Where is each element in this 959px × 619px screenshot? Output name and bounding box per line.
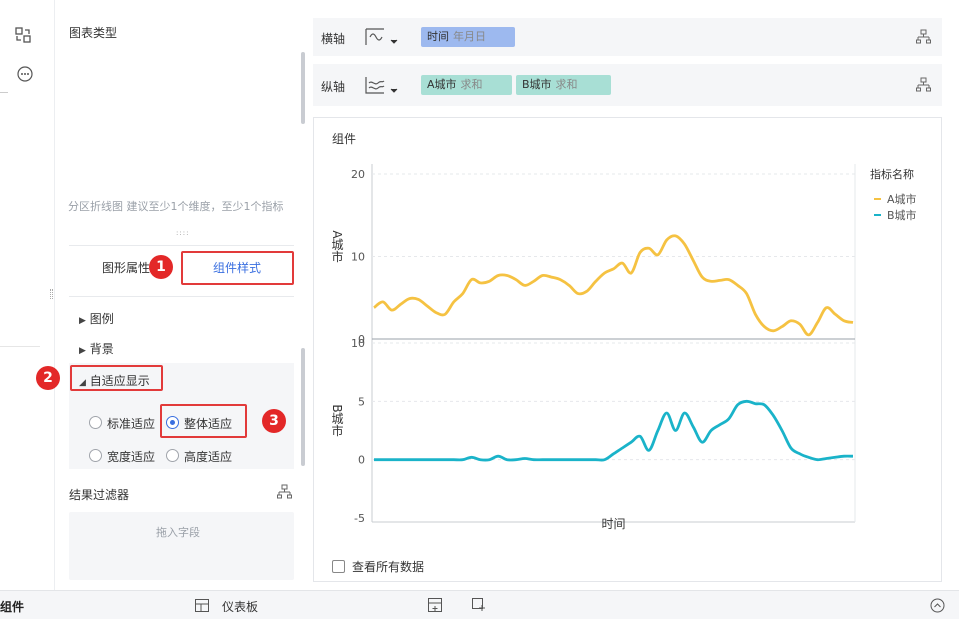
grouped-column-icon[interactable]: [67, 92, 95, 120]
scrollbar-style-panel[interactable]: [301, 348, 305, 466]
tab-underline: [69, 296, 294, 297]
y-tick-label: -5: [354, 512, 365, 525]
dashboard-icon: [195, 599, 209, 612]
add-dashboard-icon[interactable]: [472, 598, 486, 612]
y-tick-label: 20: [351, 168, 365, 181]
annotation-badge-2: 2: [36, 366, 60, 390]
y-axis-label: 纵轴: [321, 80, 346, 94]
show-all-label: 查看所有数据: [352, 560, 425, 574]
bottom-tab-dashboard[interactable]: 仪表板: [222, 598, 258, 615]
line-chart: 20100A城市1050-5B城市时间指标名称A城市B城市: [330, 164, 917, 531]
y-axis-hierarchy-icon[interactable]: [916, 77, 931, 92]
y-field-a-name: A城市: [427, 78, 457, 91]
result-filter-title: 结果过滤器: [69, 488, 130, 502]
highlight-box-whole: [160, 404, 247, 438]
y-axis-type-icon[interactable]: [363, 75, 399, 95]
tree-item-background[interactable]: ▶ 背景: [79, 340, 114, 357]
annotation-badge-3: 3: [262, 409, 286, 433]
waterfall-chart-icon[interactable]: [259, 92, 287, 120]
collapse-up-icon[interactable]: [930, 598, 945, 613]
y-axis-row: 纵轴 A城市 求和 B城市 求和: [313, 64, 942, 106]
panel-divider: [69, 245, 294, 246]
x-field-sub: 年月日: [453, 30, 486, 43]
y-tick-label: 5: [358, 395, 365, 408]
caret-right-icon: ▶: [79, 316, 86, 326]
chart-type-title: 图表类型: [69, 26, 118, 40]
more-icon[interactable]: [17, 66, 33, 82]
panel-resize-grip[interactable]: ::::: [176, 229, 189, 237]
area-line-chart-icon[interactable]: [67, 134, 95, 162]
treemap-block-icon[interactable]: [211, 50, 239, 78]
chart-type-hint: 分区折线图 建议至少1个维度，至少1个指标: [68, 200, 284, 213]
x-field-name: 时间: [427, 30, 449, 43]
legend-item: B城市: [887, 208, 917, 222]
column-chart-icon[interactable]: [163, 92, 191, 120]
radio-label-height: 高度适应: [184, 450, 233, 464]
filter-drop-zone[interactable]: 拖入字段: [69, 512, 294, 580]
cross-table-icon[interactable]: [115, 50, 143, 78]
scrollbar-chart-types[interactable]: [301, 52, 305, 124]
highlight-box-adaptive: [70, 365, 163, 391]
y-tick-label: 10: [351, 251, 365, 264]
detail-table-icon[interactable]: [163, 50, 191, 78]
caret-right-icon: ▶: [79, 346, 86, 356]
x-axis-title: 时间: [601, 517, 625, 531]
y-axis-title: B城市: [330, 404, 344, 436]
filter-drop-hint: 拖入字段: [156, 526, 200, 539]
add-component-icon[interactable]: [428, 598, 442, 612]
y-field-b-name: B城市: [522, 78, 552, 91]
show-all-checkbox[interactable]: [332, 560, 345, 573]
svg-text:123: 123: [263, 57, 283, 70]
bar-chart-icon[interactable]: [211, 92, 239, 120]
tree-label-background: 背景: [89, 342, 114, 356]
y-axis-title: A城市: [330, 230, 344, 262]
series-line-b: [373, 399, 854, 462]
series-line-a: [373, 234, 854, 337]
y-field-pill-b[interactable]: B城市 求和: [516, 75, 611, 95]
radio-label-width: 宽度适应: [107, 450, 156, 464]
resize-grip-icon[interactable]: [50, 289, 53, 299]
filter-field-icon[interactable]: [277, 484, 292, 499]
y-field-pill-a[interactable]: A城市 求和: [421, 75, 512, 95]
y-tick-label: 10: [351, 337, 365, 350]
tree-label-legend: 图例: [89, 312, 114, 326]
tree-item-legend[interactable]: ▶ 图例: [79, 310, 114, 327]
chart-card: 组件 20 10 0 A城市 10 5 0 -5 B城市 时间 指标名称 A城市 B城市 查看所有数据: [313, 117, 942, 582]
strip-divider-lower: [0, 346, 40, 347]
left-icon-strip: [0, 0, 55, 590]
x-axis-hierarchy-icon[interactable]: [916, 29, 931, 44]
stacked-column-icon[interactable]: [115, 92, 143, 120]
y-field-b-sub: 求和: [555, 78, 578, 91]
radio-standard[interactable]: [89, 416, 102, 429]
bottom-tab-component[interactable]: 组件: [0, 598, 24, 615]
swap-icon[interactable]: [14, 27, 32, 43]
tab-graph-props[interactable]: 图形属性: [102, 259, 150, 276]
kpi-number-icon[interactable]: 123: [259, 50, 287, 78]
strip-divider: [0, 92, 8, 93]
x-axis-type-icon[interactable]: [363, 27, 399, 47]
bottom-bar: 组件 仪表板: [0, 590, 959, 619]
y-field-a-sub: 求和: [460, 78, 483, 91]
radar-chart-icon[interactable]: [115, 134, 143, 162]
legend-item: A城市: [887, 192, 917, 206]
annotation-badge-1: 1: [149, 255, 173, 279]
x-field-pill[interactable]: 时间 年月日: [421, 27, 515, 47]
highlight-box-component-style: [181, 251, 294, 285]
x-axis-row: 横轴 时间 年月日: [313, 18, 942, 56]
polygon-chart-icon[interactable]: [163, 134, 191, 162]
table-chart-icon[interactable]: [67, 50, 95, 78]
chart-type-panel: 图表类型 123 分区折线图 建议至少1个维度，至少1个指标 :::: 图形属性…: [36, 0, 312, 590]
gauge-chart-icon[interactable]: [259, 134, 287, 162]
x-axis-label: 横轴: [321, 32, 346, 46]
radio-width[interactable]: [89, 449, 102, 462]
radio-label-standard: 标准适应: [107, 417, 156, 431]
radio-height[interactable]: [166, 449, 179, 462]
legend-title: 指标名称: [870, 167, 914, 181]
area-chart-icon[interactable]: [211, 134, 239, 162]
y-tick-label: 0: [358, 454, 365, 467]
